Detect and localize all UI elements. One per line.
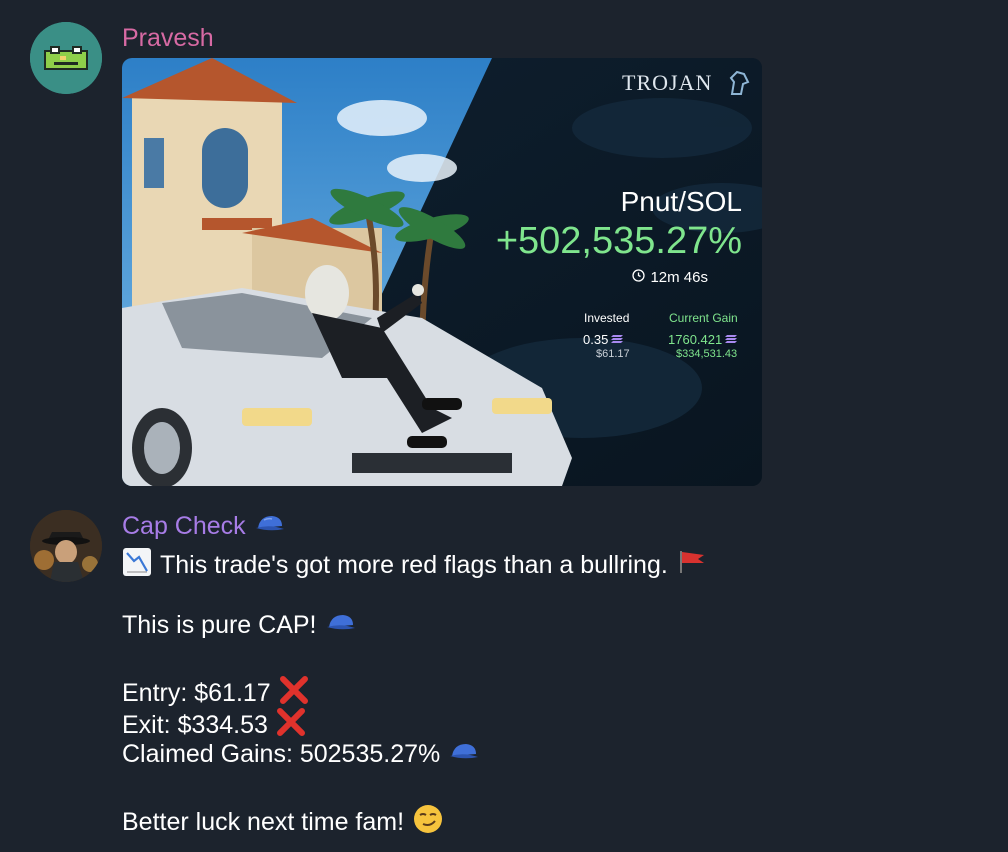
chart-decreasing-icon [122, 547, 152, 584]
avatar-pravesh[interactable] [30, 22, 102, 94]
message-line: This is pure CAP! [122, 611, 357, 640]
cap-emoji-icon [254, 512, 286, 541]
message-line: Exit: $334.53 [122, 707, 306, 744]
message-text: Exit: $334.53 [122, 711, 268, 739]
cross-mark-icon [276, 707, 306, 744]
solana-icon [611, 332, 624, 347]
duration: 12m 46s [632, 269, 708, 286]
duration-text: 12m 46s [650, 269, 708, 286]
message-text: Better luck next time fam! [122, 808, 405, 836]
sender-name[interactable]: Pravesh [122, 24, 214, 53]
gain-percentage: +502,535.27% [495, 220, 742, 262]
clock-icon [632, 269, 646, 286]
horse-logo-icon [728, 70, 750, 101]
invested-sol-value: 0.35 [583, 332, 609, 347]
message-line: This trade's got more red flags than a b… [122, 547, 706, 584]
message-line: Better luck next time fam! [122, 803, 444, 842]
detective-avatar-icon [30, 510, 102, 582]
cap-emoji-icon [325, 611, 357, 640]
avatar-cap-check[interactable] [30, 510, 102, 582]
solana-icon [725, 332, 738, 347]
invested-usd: $61.17 [596, 348, 630, 360]
current-gain-sol: 1760.421 [668, 332, 738, 347]
trade-screenshot-photo[interactable]: TROJAN Pnut/SOL +502,535.27% 12m 46s Inv… [122, 58, 762, 486]
red-flag-icon [676, 549, 706, 582]
pixel-frog-icon [30, 22, 102, 94]
message-line: Claimed Gains: 502535.27% [122, 740, 480, 769]
cap-emoji-icon [448, 740, 480, 769]
message-text: Claimed Gains: 502535.27% [122, 740, 441, 768]
current-gain-sol-value: 1760.421 [668, 332, 723, 347]
message-text: This trade's got more red flags than a b… [160, 551, 668, 579]
invested-label: Invested [584, 311, 630, 325]
sender-name[interactable]: Cap Check [122, 512, 286, 541]
brand-logo-text: TROJAN [622, 70, 713, 95]
trading-pair: Pnut/SOL [620, 186, 742, 217]
message-text: Entry: $61.17 [122, 679, 271, 707]
sender-name-text: Cap Check [122, 512, 246, 540]
message-text: This is pure CAP! [122, 611, 317, 639]
current-gain-usd: $334,531.43 [676, 348, 738, 360]
smirking-face-icon [412, 803, 444, 842]
invested-sol: 0.35 [583, 332, 624, 347]
current-gain-label: Current Gain [669, 311, 738, 325]
